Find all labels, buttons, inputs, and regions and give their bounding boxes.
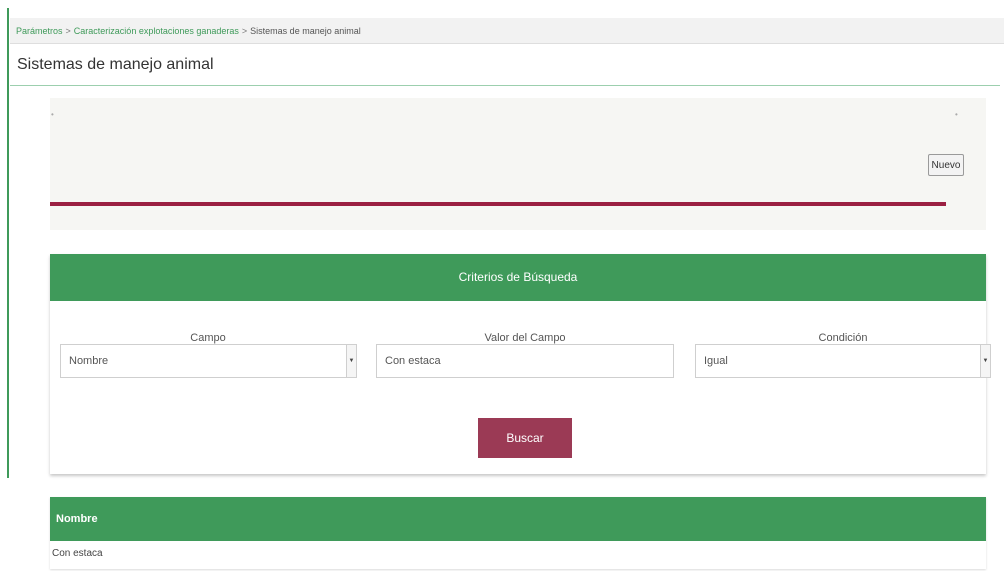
left-border [7,8,9,478]
condition-label: Condición [818,332,868,344]
value-input[interactable]: Con estaca [376,344,674,378]
column-header-nombre[interactable]: Nombre [50,497,986,541]
results-table: Nombre Con estaca [50,497,986,569]
chevron-down-icon[interactable]: ▼ [980,345,990,377]
value-input-text: Con estaca [385,355,441,367]
breadcrumb-separator: > [241,26,248,36]
breadcrumb-separator: > [65,26,71,36]
action-panel: • • Nuevo [50,98,986,230]
condition-select[interactable]: Igual ▼ [695,344,991,378]
breadcrumb-current: Sistemas de manejo animal [250,26,361,36]
chevron-down-icon[interactable]: ▼ [346,345,356,377]
value-label: Valor del Campo [484,332,566,344]
table-cell-nombre: Con estaca [52,548,103,559]
field-label: Campo [190,332,226,344]
condition-select-value: Igual [704,355,728,367]
panel-corner-mark: • [51,110,54,119]
new-button[interactable]: Nuevo [928,154,964,176]
table-row[interactable]: Con estaca [50,541,986,567]
breadcrumb-link-parametros[interactable]: Parámetros [16,26,63,36]
search-criteria-card: Criterios de Búsqueda Campo Nombre ▼ Val… [50,254,991,474]
field-select[interactable]: Nombre ▼ [60,344,357,378]
breadcrumb-link-caracterizacion[interactable]: Caracterización explotaciones ganaderas [74,26,239,36]
panel-corner-mark: • [955,110,958,119]
search-button[interactable]: Buscar [478,418,572,458]
breadcrumb: Parámetros > Caracterización explotaciones… [10,18,1004,44]
search-criteria-header: Criterios de Búsqueda [50,254,986,301]
field-select-value: Nombre [69,355,109,367]
divider-bar [50,202,946,206]
page-title: Sistemas de manejo animal [10,56,1000,86]
